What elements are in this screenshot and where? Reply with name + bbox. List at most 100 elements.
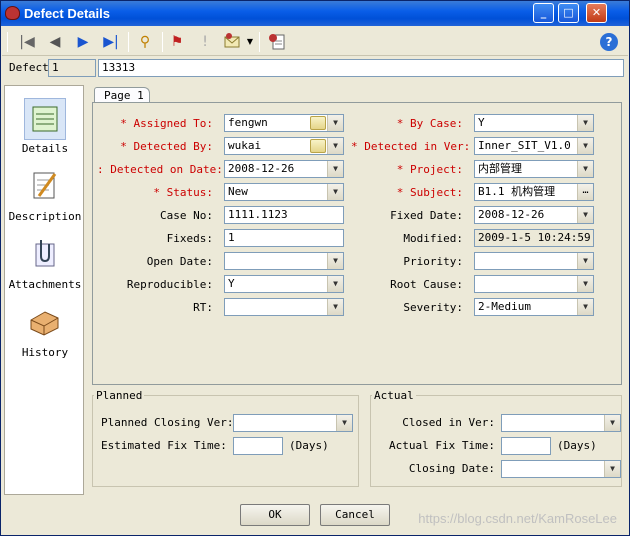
assigned-to-label: * Assigned To: bbox=[120, 117, 213, 130]
flag-icon[interactable]: ⚑ bbox=[166, 31, 188, 53]
chevron-down-icon[interactable]: ▼ bbox=[327, 253, 343, 269]
defect-number-field[interactable]: 1 bbox=[48, 59, 96, 77]
closing-date-picker[interactable]: ▼ bbox=[501, 460, 621, 478]
chevron-down-icon[interactable]: ▼ bbox=[336, 415, 352, 431]
previous-record-icon[interactable]: ◀ bbox=[44, 31, 66, 53]
chevron-down-icon[interactable]: ▼ bbox=[327, 184, 343, 200]
user-picker-icon[interactable] bbox=[310, 116, 326, 130]
estimated-fix-time-field[interactable] bbox=[233, 437, 283, 455]
title-bar[interactable]: Defect Details _ □ ✕ bbox=[1, 1, 629, 26]
maximize-button[interactable]: □ bbox=[558, 3, 579, 23]
chevron-down-icon[interactable]: ▼ bbox=[327, 161, 343, 177]
chevron-down-icon[interactable]: ▼ bbox=[577, 207, 593, 223]
bug-report-icon[interactable] bbox=[265, 31, 287, 53]
planned-title: Planned bbox=[94, 389, 145, 403]
find-icon[interactable]: ⚲ bbox=[134, 31, 156, 53]
severity-label: Severity: bbox=[403, 301, 463, 314]
chevron-down-icon[interactable]: ▼ bbox=[245, 31, 255, 53]
severity-combo[interactable]: 2-Medium ▼ bbox=[474, 298, 594, 316]
project-value: 内部管理 bbox=[478, 162, 522, 175]
chevron-down-icon[interactable]: ▼ bbox=[577, 253, 593, 269]
root-cause-combo[interactable]: ▼ bbox=[474, 275, 594, 293]
priority-combo[interactable]: ▼ bbox=[474, 252, 594, 270]
detected-by-value: wukai bbox=[228, 139, 262, 152]
case-no-field[interactable]: 1111.1123 bbox=[224, 206, 344, 224]
status-label: * Status: bbox=[153, 186, 213, 199]
last-record-icon[interactable]: ▶| bbox=[100, 31, 122, 53]
closed-in-ver-combo[interactable]: ▼ bbox=[501, 414, 621, 432]
chevron-down-icon[interactable]: ▼ bbox=[327, 138, 343, 154]
by-case-combo[interactable]: Y ▼ bbox=[474, 114, 594, 132]
user-picker-icon[interactable] bbox=[310, 139, 326, 153]
detected-by-label: * Detected By: bbox=[120, 140, 213, 153]
detected-on-date-picker[interactable]: 2008-12-26 ▼ bbox=[224, 160, 344, 178]
actual-fix-time-field[interactable] bbox=[501, 437, 551, 455]
fixeds-field[interactable]: 1 bbox=[224, 229, 344, 247]
reproducible-combo[interactable]: Y ▼ bbox=[224, 275, 344, 293]
priority-label: Priority: bbox=[403, 255, 463, 268]
watermark: https://blog.csdn.net/KamRoseLee bbox=[418, 511, 617, 526]
details-panel: * Assigned To: fengwn ▼ * Detected By: w… bbox=[92, 102, 622, 385]
sidebar-item-label: Details bbox=[21, 142, 69, 155]
chevron-down-icon[interactable]: ▼ bbox=[604, 415, 620, 431]
ok-button[interactable]: OK bbox=[240, 504, 310, 526]
subject-field[interactable]: B1.1 机构管理 … bbox=[474, 183, 594, 201]
sidebar-item-history[interactable]: History bbox=[5, 294, 85, 360]
defect-summary-field[interactable]: 13313 bbox=[98, 59, 624, 77]
chevron-down-icon[interactable]: ▼ bbox=[577, 299, 593, 315]
assigned-to-combo[interactable]: fengwn ▼ bbox=[224, 114, 344, 132]
sidebar-item-attachments[interactable]: Attachments bbox=[5, 226, 85, 292]
open-date-picker[interactable]: ▼ bbox=[224, 252, 344, 270]
sidebar-item-details[interactable]: Details bbox=[5, 90, 85, 156]
planned-closing-ver-combo[interactable]: ▼ bbox=[233, 414, 353, 432]
exclamation-icon[interactable]: ! bbox=[194, 31, 216, 53]
minimize-button[interactable]: _ bbox=[533, 3, 554, 23]
open-date-label: Open Date: bbox=[146, 255, 213, 268]
cancel-button[interactable]: Cancel bbox=[320, 504, 390, 526]
sidebar-item-label: Description bbox=[8, 210, 82, 223]
details-icon bbox=[24, 98, 66, 140]
rt-combo[interactable]: ▼ bbox=[224, 298, 344, 316]
next-record-icon[interactable]: ▶ bbox=[72, 31, 94, 53]
chevron-down-icon[interactable]: ▼ bbox=[604, 461, 620, 477]
history-icon bbox=[27, 304, 61, 338]
chevron-down-icon[interactable]: ▼ bbox=[327, 115, 343, 131]
mail-bug-icon[interactable] bbox=[222, 31, 244, 53]
by-case-label: * By Case: bbox=[396, 117, 463, 130]
defect-id-row: Defect 1 13313 bbox=[2, 58, 628, 80]
bug-icon bbox=[5, 6, 20, 20]
detected-by-combo[interactable]: wukai ▼ bbox=[224, 137, 344, 155]
fixed-date-label: Fixed Date: bbox=[390, 209, 463, 222]
help-icon[interactable]: ? bbox=[600, 33, 618, 51]
subject-label: * Subject: bbox=[396, 186, 463, 199]
detected-on-date-label: : Detected on Date: bbox=[97, 163, 223, 176]
sidebar-item-description[interactable]: Description bbox=[5, 158, 85, 224]
status-combo[interactable]: New ▼ bbox=[224, 183, 344, 201]
chevron-down-icon[interactable]: ▼ bbox=[577, 138, 593, 154]
by-case-value: Y bbox=[478, 116, 485, 129]
ellipsis-icon[interactable]: … bbox=[577, 184, 593, 200]
project-combo[interactable]: 内部管理 ▼ bbox=[474, 160, 594, 178]
detected-in-ver-combo[interactable]: Inner_SIT_V1.0 ▼ bbox=[474, 137, 594, 155]
defect-details-window: Defect Details _ □ ✕ |◀ ◀ ▶ ▶| ⚲ ⚑ ! ▼ ?… bbox=[0, 0, 630, 536]
chevron-down-icon[interactable]: ▼ bbox=[577, 276, 593, 292]
chevron-down-icon[interactable]: ▼ bbox=[577, 161, 593, 177]
modified-label: Modified: bbox=[403, 232, 463, 245]
subject-value: B1.1 机构管理 bbox=[478, 185, 556, 198]
chevron-down-icon[interactable]: ▼ bbox=[577, 115, 593, 131]
sidebar-item-label: History bbox=[21, 346, 69, 359]
closing-date-label: Closing Date: bbox=[408, 462, 495, 475]
case-no-label: Case No: bbox=[160, 209, 213, 222]
fixed-date-picker[interactable]: 2008-12-26 ▼ bbox=[474, 206, 594, 224]
close-button[interactable]: ✕ bbox=[586, 3, 607, 23]
first-record-icon[interactable]: |◀ bbox=[16, 31, 38, 53]
chevron-down-icon[interactable]: ▼ bbox=[327, 276, 343, 292]
toolbar-separator bbox=[162, 32, 163, 52]
toolbar-separator bbox=[128, 32, 129, 52]
sidebar: Details Description Attachments History bbox=[4, 85, 84, 495]
fixed-date-value: 2008-12-26 bbox=[478, 208, 545, 221]
closed-in-ver-label: Closed in Ver: bbox=[402, 416, 495, 429]
actual-days-label: (Days) bbox=[557, 439, 597, 452]
tab-strip: Page 1 bbox=[91, 85, 623, 104]
chevron-down-icon[interactable]: ▼ bbox=[327, 299, 343, 315]
